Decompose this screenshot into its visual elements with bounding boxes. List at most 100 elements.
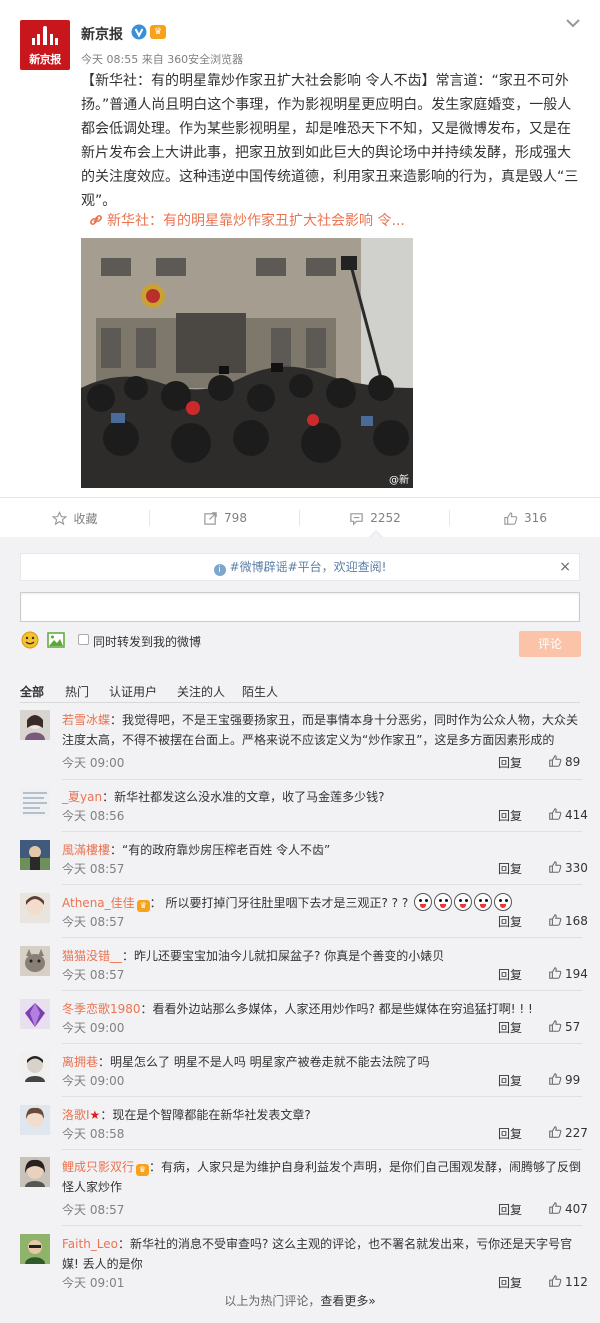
avatar[interactable] (20, 946, 50, 976)
comment-text: ：明星怎么了 明星不是人吗 明星家产被卷走就不能去法院了吗 (98, 1055, 430, 1069)
comment-text: ：新华社都发这么没水准的文章，收了马金莲多少钱? (102, 790, 385, 804)
comment-like-button[interactable]: 194 (548, 966, 588, 981)
crowd-photo-illustration (81, 238, 413, 488)
comment-username[interactable]: 冬季恋歌1980 (62, 1002, 141, 1016)
comment-like-button[interactable]: 168 (548, 913, 588, 928)
chevron-down-icon[interactable] (565, 18, 581, 28)
comment-username[interactable]: Faith_Leo (62, 1237, 118, 1251)
post-meta: 今天 08:55 来自 360安全浏览器 (81, 53, 244, 66)
comment-body: _夏yan：新华社都发这么没水准的文章，收了马金莲多少钱? (62, 787, 582, 807)
reply-button[interactable]: 回复 (498, 966, 522, 983)
comment-like-button[interactable]: 99 (548, 1072, 580, 1087)
newspaper-emblem-icon (32, 26, 58, 45)
comment-text: ：我觉得吧，不是王宝强要扬家丑，而是事情本身十分恶劣，同时作为公众人物，大众关注… (62, 713, 579, 747)
comment-like-count: 407 (565, 1202, 588, 1216)
divider (62, 831, 582, 832)
comment-like-count: 89 (565, 755, 581, 769)
comment-body: 洛歌I★：现在是个智障都能在新华社发表文章? (62, 1105, 582, 1125)
comment-time: 今天 09:00 (62, 756, 125, 770)
avatar[interactable] (20, 999, 50, 1029)
comment-input[interactable] (20, 592, 580, 622)
article-link[interactable]: 新华社：有的明星靠炒作家丑扩大社会影响 令... (89, 210, 405, 230)
avatar[interactable] (20, 1052, 50, 1082)
reply-button[interactable]: 回复 (498, 1072, 522, 1089)
info-icon: i (213, 564, 226, 576)
divider (62, 1225, 582, 1226)
comment-like-button[interactable]: 330 (548, 860, 588, 875)
avatar[interactable] (20, 1234, 50, 1264)
comment-username[interactable]: 洛歌I (62, 1108, 90, 1122)
comment-username[interactable]: 若雪冰蝶 (62, 713, 110, 727)
filter-tab-hot[interactable]: 热门 (65, 683, 89, 700)
reply-button[interactable]: 回复 (498, 1125, 522, 1142)
poster-avatar[interactable]: 新京报 (20, 20, 70, 70)
divider (62, 990, 582, 991)
comment-like-button[interactable]: 57 (548, 1019, 580, 1034)
emoji-icon[interactable] (21, 631, 39, 649)
close-icon[interactable]: × (559, 554, 571, 580)
comment-time: 今天 08:56 (62, 809, 125, 823)
reply-button[interactable]: 回复 (498, 754, 522, 771)
notice-text[interactable]: #微博辟谣#平台，欢迎查阅! (230, 560, 387, 574)
comment-username[interactable]: 猫猫没错__ (62, 949, 122, 963)
avatar[interactable] (20, 1105, 50, 1135)
image-icon[interactable] (47, 632, 65, 648)
divider (62, 1149, 582, 1150)
comment-like-button[interactable]: 227 (548, 1125, 588, 1140)
poster-name[interactable]: 新京报 (81, 24, 123, 44)
comment-body: 鲤成只影双行 ♛ ：有病，人家只是为维护自身利益发个声明，是你们自己围观发酵，闹腾够… (62, 1157, 582, 1197)
comment-count: 2252 (370, 511, 401, 525)
photo-watermark: @新 (389, 475, 409, 486)
reply-button[interactable]: 回复 (498, 913, 522, 930)
reply-button[interactable]: 回复 (498, 807, 522, 824)
comment-time: 今天 08:58 (62, 1127, 125, 1141)
avatar[interactable] (20, 840, 50, 870)
comment-like-count: 414 (565, 808, 588, 822)
comment-time: 今天 08:57 (62, 968, 125, 982)
submit-comment-button[interactable]: 评论 (519, 631, 581, 657)
divider (20, 702, 580, 703)
like-button[interactable]: 316 (450, 498, 600, 538)
reply-button[interactable]: 回复 (498, 1274, 522, 1291)
comment-username[interactable]: 离拥巷 (62, 1055, 98, 1069)
divider (62, 1096, 582, 1097)
reply-button[interactable]: 回复 (498, 1201, 522, 1218)
filter-tab-all[interactable]: 全部 (20, 683, 44, 700)
link-icon (89, 214, 103, 226)
comment-body: 若雪冰蝶：我觉得吧，不是王宝强要扬家丑，而是事情本身十分恶劣，同时作为公众人物，… (62, 710, 582, 750)
comment-like-button[interactable]: 414 (548, 807, 588, 822)
repost-button[interactable]: 798 (150, 498, 300, 538)
filter-tab-following[interactable]: 关注的人 (177, 683, 225, 700)
filter-tab-strangers[interactable]: 陌生人 (242, 683, 278, 700)
comment-like-count: 194 (565, 967, 588, 981)
avatar[interactable] (20, 893, 50, 923)
comment-time: 今天 09:00 (62, 1021, 125, 1035)
post-photo[interactable]: @新 (81, 238, 413, 488)
comment-like-button[interactable]: 89 (548, 754, 580, 769)
comment-username[interactable]: 風滿樓樓 (62, 843, 110, 857)
article-link-text: 新华社：有的明星靠炒作家丑扩大社会影响 令... (107, 213, 405, 229)
thumbs-up-icon (549, 808, 562, 820)
reply-button[interactable]: 回复 (498, 860, 522, 877)
filter-tab-verified[interactable]: 认证用户 (109, 683, 157, 700)
repost-checkbox[interactable] (78, 634, 89, 645)
comment-filter-tabs: 全部 热门 认证用户 关注的人 陌生人 (20, 683, 580, 699)
view-more-link[interactable]: 查看更多» (320, 1294, 375, 1308)
reply-button[interactable]: 回复 (498, 1019, 522, 1036)
comment-like-button[interactable]: 112 (548, 1274, 588, 1289)
avatar[interactable] (20, 1157, 50, 1187)
avatar[interactable] (20, 710, 50, 740)
comment-like-button[interactable]: 407 (548, 1201, 588, 1216)
comment-username[interactable]: Athena_佳佳 (62, 896, 135, 910)
comment-icon (350, 512, 363, 526)
thumbs-up-icon (549, 1202, 562, 1214)
thumbs-up-icon (549, 967, 562, 979)
avatar[interactable] (20, 787, 50, 817)
favorite-button[interactable]: 收藏 (0, 498, 150, 538)
comment-time: 今天 08:57 (62, 915, 125, 929)
comment-username[interactable]: _夏yan (62, 790, 102, 804)
comment-time: 今天 09:00 (62, 1074, 125, 1088)
comment-username[interactable]: 鲤成只影双行 (62, 1160, 134, 1174)
favorite-label: 收藏 (73, 511, 98, 526)
repost-checkbox-label[interactable]: 同时转发到我的微博 (93, 633, 201, 650)
